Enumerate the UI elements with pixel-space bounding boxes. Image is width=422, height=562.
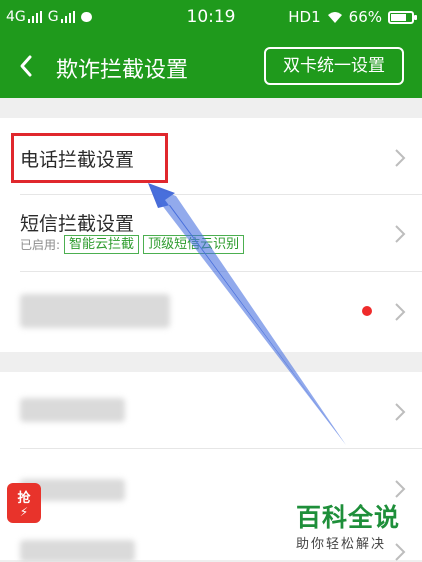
hd-label: HD1 (288, 8, 321, 26)
watermark-title: 百科全说 (296, 503, 401, 532)
page-title: 欺诈拦截设置 (56, 58, 189, 83)
status-bar: 4G G 10:19 HD1 66% (0, 0, 422, 36)
redacted-text (20, 398, 125, 422)
floating-icon-label: 抢 (17, 491, 31, 506)
chevron-right-icon (395, 303, 406, 321)
floating-app-icon[interactable]: 抢 ⚡ (7, 483, 41, 523)
item-label: 短信拦截设置 (20, 213, 135, 235)
redacted-settings-item[interactable] (0, 372, 422, 448)
chevron-right-icon (395, 225, 406, 243)
battery-icon (388, 10, 417, 24)
chevron-right-icon (395, 149, 406, 167)
sms-block-settings-item[interactable]: 短信拦截设置 已启用: 智能云拦截 顶级短信云识别 (0, 195, 422, 271)
feature-tag: 顶级短信云识别 (143, 235, 245, 254)
chevron-right-icon (395, 403, 406, 421)
redacted-settings-item[interactable] (0, 272, 422, 352)
status-right: HD1 66% (288, 8, 417, 26)
redacted-text (20, 294, 170, 328)
watermark: 百科全说 助你轻松解决 (296, 498, 400, 552)
wifi-icon (327, 11, 342, 23)
dual-sim-settings-button[interactable]: 双卡统一设置 (264, 47, 404, 85)
chevron-right-icon (395, 480, 406, 498)
battery-percent: 66% (348, 8, 382, 26)
enabled-prefix: 已启用: (20, 238, 61, 252)
feature-tag: 智能云拦截 (64, 235, 140, 254)
notification-dot (362, 306, 372, 316)
highlight-box (11, 133, 168, 183)
enabled-features: 已启用: 智能云拦截 顶级短信云识别 (20, 235, 245, 254)
redacted-text (20, 540, 135, 562)
back-arrow-icon[interactable] (18, 54, 34, 78)
watermark-subtitle: 助你轻松解决 (296, 537, 387, 552)
app-bar: 欺诈拦截设置 双卡统一设置 (0, 36, 422, 98)
lightning-icon: ⚡ (19, 505, 29, 519)
